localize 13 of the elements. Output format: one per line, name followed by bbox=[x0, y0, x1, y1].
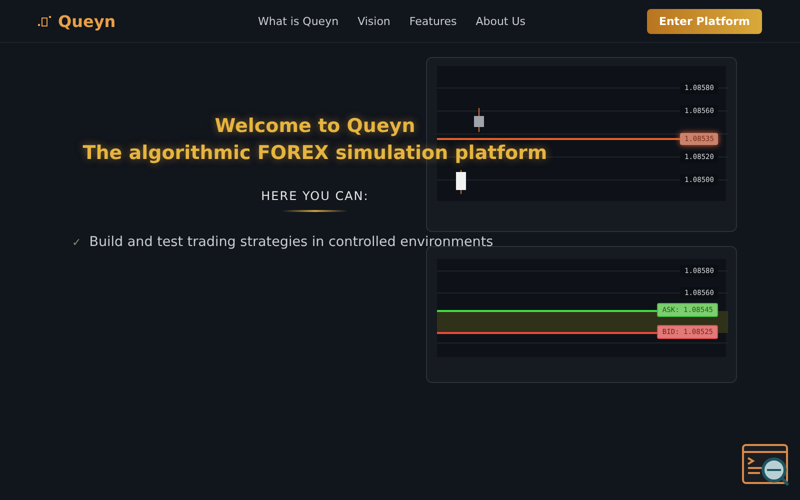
nav-link[interactable]: Features bbox=[409, 14, 457, 28]
candle bbox=[456, 170, 466, 194]
section-label: HERE YOU CAN: bbox=[261, 189, 369, 203]
nav-link[interactable]: Vision bbox=[358, 14, 390, 28]
hero-title: Welcome to Queyn bbox=[214, 114, 416, 139]
terminal-search-icon[interactable] bbox=[742, 444, 790, 488]
hero-subtitle: The algorithmic FOREX simulation platform bbox=[82, 141, 548, 166]
check-icon: ✓ bbox=[72, 236, 82, 248]
candle bbox=[474, 108, 484, 132]
nav-link[interactable]: What is Queyn bbox=[258, 14, 339, 28]
feature-text: Build and test trading strategies in controlled environments bbox=[89, 234, 494, 250]
brand-name: Queyn bbox=[58, 12, 116, 30]
nav-link[interactable]: About Us bbox=[476, 14, 526, 28]
